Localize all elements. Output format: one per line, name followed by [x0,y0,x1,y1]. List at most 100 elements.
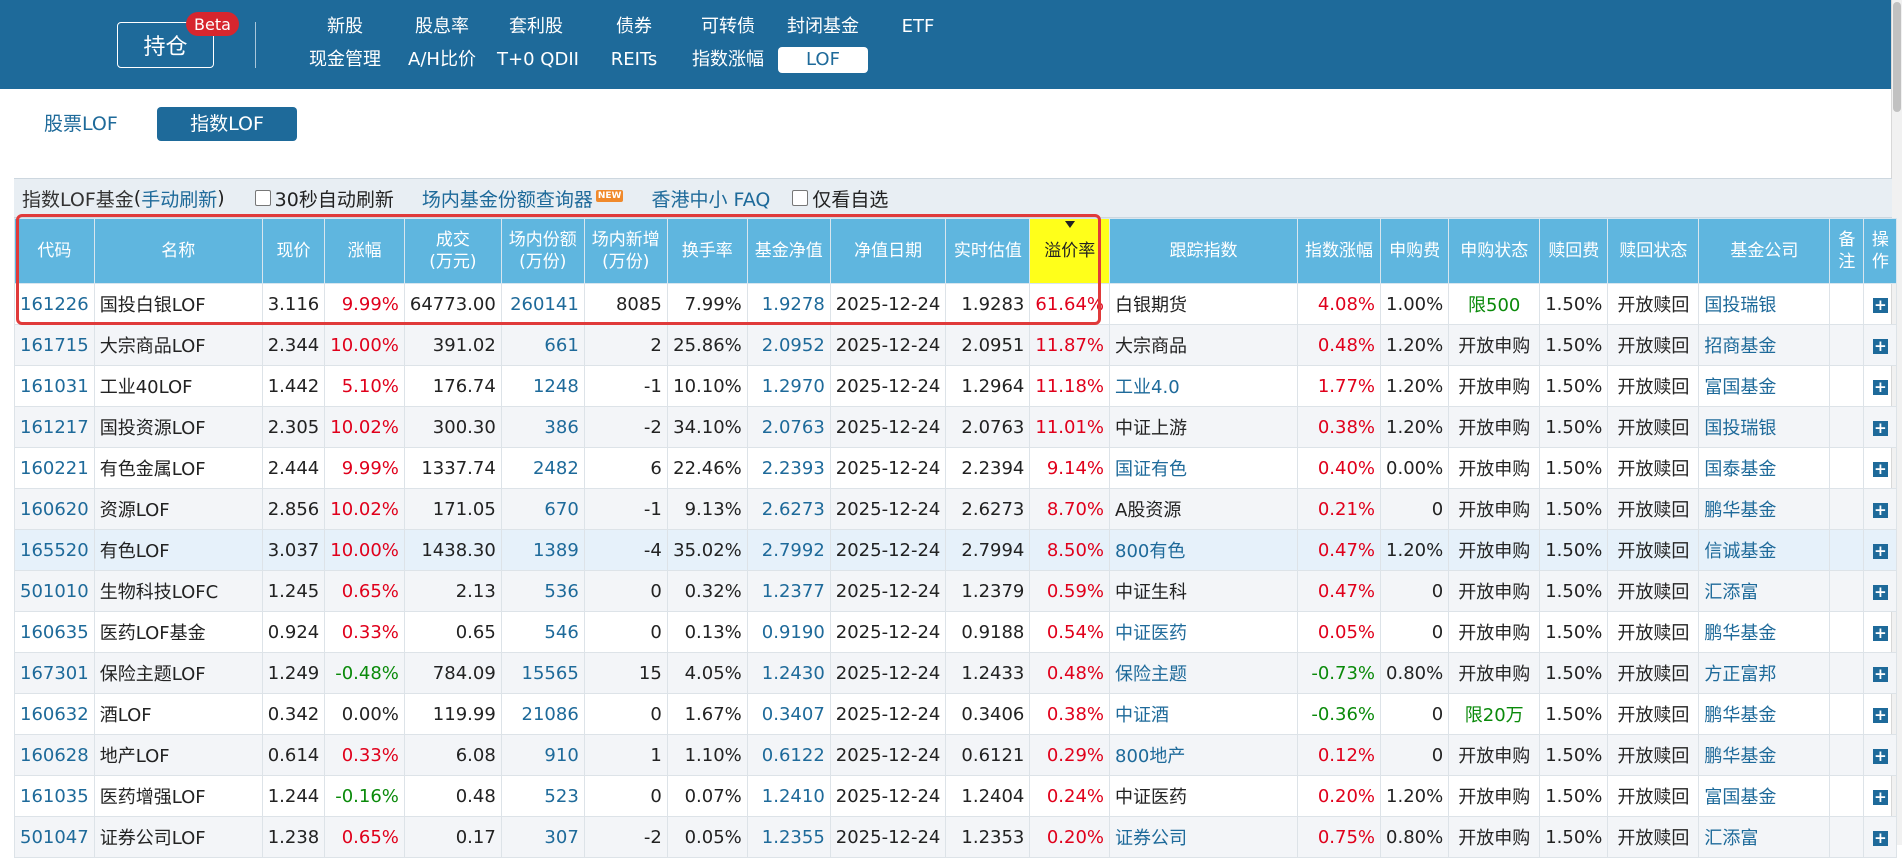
shares-link[interactable]: 536 [500,570,585,612]
shares-link[interactable]: 15565 [500,652,585,694]
col-index[interactable]: 跟踪指数 [1109,218,1299,284]
shares-link[interactable]: 1248 [500,365,585,407]
nav-link[interactable]: 1.2377 [746,570,831,612]
table-row[interactable]: 160628 地产LOF 0.614 0.33% 6.08 910 1 1.10% 0.6122… [14,734,1898,776]
col-new-shares[interactable]: 场内新增 (万份) [583,218,668,284]
shares-link[interactable]: 670 [500,488,585,530]
col-nav[interactable]: 基金净值 [746,218,831,284]
auto-refresh-checkbox[interactable] [254,190,271,206]
add-to-watchlist-icon[interactable]: + [1872,625,1888,641]
nav-link[interactable]: 2.0952 [746,324,831,366]
fund-code-link[interactable]: 161217 [14,406,95,448]
fund-code-link[interactable]: 161715 [14,324,95,366]
table-row[interactable]: 501010 生物科技LOFC 1.245 0.65% 2.13 536 0 0.32% 1.2… [14,570,1898,612]
table-row[interactable]: 161217 国投资源LOF 2.305 10.02% 300.30 386 -2 34.10… [14,406,1898,448]
auto-refresh-option[interactable]: 30秒自动刷新 [254,185,394,212]
col-volume[interactable]: 成交 (万元) [403,218,502,284]
col-price[interactable]: 现价 [261,218,326,284]
nav-link[interactable]: 0.9190 [746,611,831,653]
tab-stock-lof[interactable]: 股票LOF [34,107,128,141]
table-row[interactable]: 161226 国投白银LOF 3.116 9.99% 64773.00 260141 808… [14,283,1898,325]
watchlist-only-checkbox[interactable] [792,190,809,206]
fund-company-link[interactable]: 鹏华基金 [1698,611,1831,653]
index-link[interactable]: 中证医药 [1109,611,1299,653]
nav-ah-ratio[interactable]: A/H比价 [402,47,482,73]
nav-link[interactable]: 2.7992 [746,529,831,571]
nav-etf[interactable]: ETF [888,14,948,40]
fund-company-link[interactable]: 鹏华基金 [1698,488,1831,530]
index-link[interactable]: 中证酒 [1109,693,1299,735]
fund-company-link[interactable]: 招商基金 [1698,324,1831,366]
table-row[interactable]: 161715 大宗商品LOF 2.344 10.00% 391.02 661 2 25.86%… [14,324,1898,366]
add-to-watchlist-icon[interactable]: + [1872,830,1888,846]
nav-lof[interactable]: LOF [778,47,868,73]
table-row[interactable]: 160221 有色金属LOF 2.444 9.99% 1337.74 2482 6 22.46… [14,447,1898,489]
add-to-watchlist-icon[interactable]: + [1872,502,1888,518]
col-shares[interactable]: 场内份额 (万份) [500,218,585,284]
col-index-change[interactable]: 指数涨幅 [1297,218,1382,284]
fund-code-link[interactable]: 501047 [14,816,95,858]
col-turnover[interactable]: 换手率 [666,218,748,284]
fund-company-link[interactable]: 鹏华基金 [1698,693,1831,735]
share-query-link[interactable]: 场内基金份额查询器 [422,185,593,212]
fund-code-link[interactable]: 160635 [14,611,95,653]
col-code[interactable]: 代码 [14,218,95,284]
nav-link[interactable]: 1.2355 [746,816,831,858]
shares-link[interactable]: 546 [500,611,585,653]
fund-company-link[interactable]: 富国基金 [1698,775,1831,817]
fund-company-link[interactable]: 信诚基金 [1698,529,1831,571]
nav-new-stocks[interactable]: 新股 [315,14,375,40]
add-to-watchlist-icon[interactable]: + [1872,461,1888,477]
fund-company-link[interactable]: 国投瑞银 [1698,283,1831,325]
add-to-watchlist-icon[interactable]: + [1872,297,1888,313]
nav-reits[interactable]: REITs [604,47,664,73]
fund-company-link[interactable]: 国泰基金 [1698,447,1831,489]
nav-closed-funds[interactable]: 封闭基金 [778,14,868,40]
add-to-watchlist-icon[interactable]: + [1872,666,1888,682]
table-row[interactable]: 160635 医药LOF基金 0.924 0.33% 0.65 546 0 0.13% 0.91… [14,611,1898,653]
table-row[interactable]: 167301 保险主题LOF 1.249 -0.48% 784.09 15565 15 4.0… [14,652,1898,694]
add-to-watchlist-icon[interactable]: + [1872,338,1888,354]
add-to-watchlist-icon[interactable]: + [1872,543,1888,559]
col-sub-status[interactable]: 申购状态 [1448,218,1541,284]
col-company[interactable]: 基金公司 [1698,218,1831,284]
nav-link[interactable]: 2.0763 [746,406,831,448]
index-link[interactable]: 工业4.0 [1109,365,1299,407]
shares-link[interactable]: 2482 [500,447,585,489]
table-row[interactable]: 501047 证券公司LOF 1.238 0.65% 0.17 307 -2 0.05% 1.2… [14,816,1898,858]
shares-link[interactable]: 523 [500,775,585,817]
fund-company-link[interactable]: 鹏华基金 [1698,734,1831,776]
nav-link[interactable]: 1.2410 [746,775,831,817]
table-row[interactable]: 160632 酒LOF 0.342 0.00% 119.99 21086 0 1.67% 0.3… [14,693,1898,735]
add-to-watchlist-icon[interactable]: + [1872,789,1888,805]
fund-company-link[interactable]: 国投瑞银 [1698,406,1831,448]
fund-code-link[interactable]: 160628 [14,734,95,776]
nav-cash-management[interactable]: 现金管理 [305,47,385,73]
fund-code-link[interactable]: 161226 [14,283,95,325]
fund-code-link[interactable]: 161035 [14,775,95,817]
add-to-watchlist-icon[interactable]: + [1872,584,1888,600]
manual-refresh-link[interactable]: 手动刷新 [141,185,217,212]
col-premium[interactable]: 溢价率 [1029,218,1111,284]
fund-code-link[interactable]: 167301 [14,652,95,694]
nav-link[interactable]: 0.6122 [746,734,831,776]
fund-code-link[interactable]: 160221 [14,447,95,489]
index-link[interactable]: 保险主题 [1109,652,1299,694]
col-change[interactable]: 涨幅 [324,218,405,284]
shares-link[interactable]: 307 [500,816,585,858]
fund-company-link[interactable]: 方正富邦 [1698,652,1831,694]
table-row[interactable]: 165520 有色LOF 3.037 10.00% 1438.30 1389 -4 35.02… [14,529,1898,571]
table-row[interactable]: 160620 资源LOF 2.856 10.02% 171.05 670 -1 9.13% 2.… [14,488,1898,530]
shares-link[interactable]: 21086 [500,693,585,735]
nav-link[interactable]: 0.3407 [746,693,831,735]
nav-arbitrage[interactable]: 套利股 [500,14,572,40]
add-to-watchlist-icon[interactable]: + [1872,420,1888,436]
index-link[interactable]: 800地产 [1109,734,1299,776]
shares-link[interactable]: 386 [500,406,585,448]
nav-dividend-yield[interactable]: 股息率 [406,14,478,40]
tab-index-lof[interactable]: 指数LOF [157,107,297,141]
shares-link[interactable]: 661 [500,324,585,366]
col-red-fee[interactable]: 赎回费 [1539,218,1609,284]
table-row[interactable]: 161031 工业40LOF 1.442 5.10% 176.74 1248 -1 10.10… [14,365,1898,407]
col-red-status[interactable]: 赎回状态 [1607,218,1700,284]
